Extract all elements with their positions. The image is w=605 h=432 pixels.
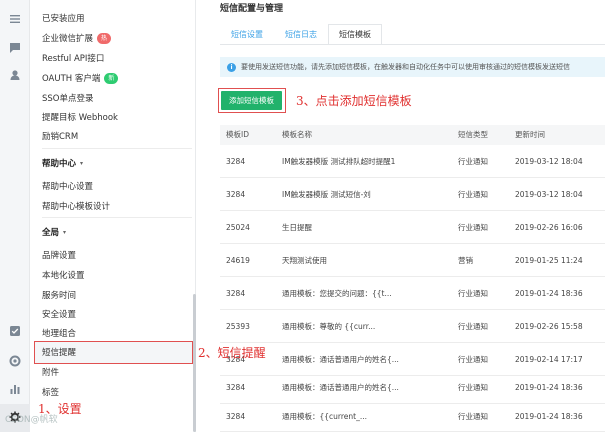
info-icon: i: [227, 62, 236, 72]
nav-item-localization[interactable]: 本地化设置: [42, 269, 85, 281]
nav-item-brand[interactable]: 品牌设置: [42, 249, 76, 261]
info-text: 要使用发送短信功能，请先添加短信模板，在触发器和自动化任务中可以使用审核通过的短…: [241, 63, 570, 71]
nav-item-installed-apps[interactable]: 已安装应用: [42, 12, 85, 24]
table-row[interactable]: 24619 天翔测试使用 营销 2019-01-25 11:24: [220, 244, 605, 277]
icon-rail: [0, 0, 30, 432]
column-header-name[interactable]: 模板名称: [282, 125, 452, 145]
column-header-id[interactable]: 模板ID: [226, 125, 249, 145]
user-icon[interactable]: [8, 68, 22, 82]
tab-sms-logs[interactable]: 短信日志: [274, 24, 328, 45]
list-icon[interactable]: [8, 12, 22, 26]
nav-item-sms-reminder[interactable]: 短信提醒: [42, 346, 76, 358]
nav-item-sso[interactable]: SSO单点登录: [42, 92, 93, 104]
nav-header-help-center[interactable]: 帮助中心 ▾: [42, 157, 83, 169]
table-row[interactable]: 3284 通用模板：您提交的问题：{{t... 行业通知 2019-01-24 …: [220, 277, 605, 310]
tab-bar: 短信设置 短信日志 短信模板: [220, 24, 382, 45]
column-header-type[interactable]: 短信类型: [458, 125, 488, 145]
hot-badge: 热: [97, 32, 112, 44]
nav-item-attachments[interactable]: 附件: [42, 366, 59, 378]
column-header-updated[interactable]: 更新时间: [515, 125, 545, 145]
chat-icon[interactable]: [8, 41, 22, 55]
add-template-button[interactable]: 添加短信模板: [221, 91, 282, 110]
annotation-step-2: 2、短信提醒: [198, 346, 266, 360]
tab-underline: [220, 44, 605, 45]
nav-item-geo[interactable]: 地理组合: [42, 327, 76, 339]
caret-down-icon: ▾: [63, 228, 67, 236]
nav-item-wecom-extension[interactable]: 企业微信扩展 热: [42, 32, 112, 44]
nav-header-global[interactable]: 全局 ▾: [42, 226, 66, 238]
tab-sms-templates[interactable]: 短信模板: [328, 24, 382, 45]
table-row[interactable]: 3284 通用模板：{{current_... 行业通知 2019-01-24 …: [220, 400, 605, 432]
caret-down-icon: ▾: [80, 159, 84, 167]
nav-item-tags[interactable]: 标签: [42, 386, 59, 398]
checklist-icon[interactable]: [8, 324, 22, 338]
table-row[interactable]: 3284 IM触发器模版 测试短信-刘 行业通知 2019-03-12 18:0…: [220, 178, 605, 211]
nav-item-security[interactable]: 安全设置: [42, 308, 76, 320]
table-row[interactable]: 25393 通用模板：尊敬的 {{curr... 行业通知 2019-02-26…: [220, 310, 605, 343]
table-row[interactable]: 25024 生日提醒 行业通知 2019-02-26 16:06: [220, 211, 605, 244]
lifebuoy-icon[interactable]: [8, 354, 22, 368]
annotation-step-3: 3、点击添加短信模板: [296, 94, 412, 108]
nav-item-webhook[interactable]: 提醒目标 Webhook: [42, 111, 118, 123]
tab-sms-settings[interactable]: 短信设置: [220, 24, 274, 45]
info-banner: i 要使用发送短信功能，请先添加短信模板，在触发器和自动化任务中可以使用审核通过…: [220, 57, 605, 77]
nav-item-restful-api[interactable]: Restful API接口: [42, 52, 104, 64]
table-header: 模板ID 模板名称 短信类型 更新时间: [220, 125, 605, 145]
nav-item-crm[interactable]: 励销CRM: [42, 130, 78, 142]
nav-divider: [42, 217, 192, 218]
nav-divider: [42, 148, 192, 149]
new-badge: 新: [104, 72, 119, 84]
nav-item-help-template[interactable]: 帮助中心模板设计: [42, 200, 110, 212]
nav-item-service-hours[interactable]: 服务时间: [42, 289, 76, 301]
watermark: CSDN@帆软: [5, 415, 58, 425]
main-panel: 短信配置与管理 短信设置 短信日志 短信模板 i 要使用发送短信功能，请先添加短…: [196, 0, 605, 432]
nav-item-help-settings[interactable]: 帮助中心设置: [42, 180, 93, 192]
nav-item-oauth-client[interactable]: OAUTH 客户端 新: [42, 72, 119, 84]
settings-nav: 已安装应用 企业微信扩展 热 Restful API接口 OAUTH 客户端 新…: [30, 0, 196, 432]
table-row[interactable]: 3284 IM触发器模版 测试排队超时提醒1 行业通知 2019-03-12 1…: [220, 145, 605, 178]
page-title: 短信配置与管理: [220, 4, 284, 14]
bar-chart-icon[interactable]: [8, 382, 22, 396]
